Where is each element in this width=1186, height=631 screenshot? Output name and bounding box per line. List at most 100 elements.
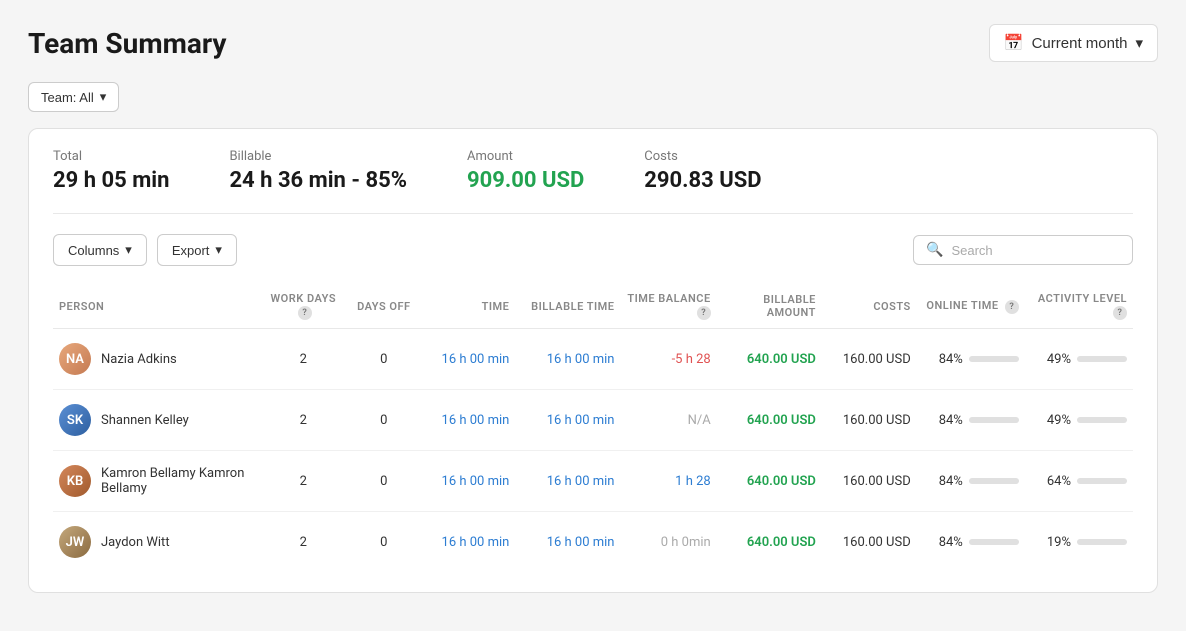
table-row: JW Jaydon Witt 2 0 16 h 00 min 16 h 00 m…	[53, 512, 1133, 573]
team-filter-label: Team: All	[41, 90, 94, 105]
current-month-button[interactable]: 📅 Current month ▾	[989, 24, 1158, 62]
person-name-1: Shannen Kelley	[101, 413, 189, 428]
billable-time-0: 16 h 00 min	[515, 329, 620, 390]
time-balance-2: 1 h 28	[621, 451, 717, 512]
total-label: Total	[53, 149, 169, 164]
avatar-1: SK	[59, 404, 91, 436]
online-bar-bg-1	[969, 417, 1019, 423]
current-month-label: Current month	[1032, 35, 1128, 52]
costs-3: 160.00 USD	[822, 512, 917, 573]
search-input[interactable]	[951, 243, 1120, 258]
team-filter: Team: All ▾	[28, 82, 1158, 112]
costs-1: 160.00 USD	[822, 390, 917, 451]
workdays-3: 2	[261, 512, 346, 573]
export-label: Export	[172, 243, 210, 258]
online-time-3: 84%	[917, 512, 1025, 573]
page-header: Team Summary 📅 Current month ▾	[28, 24, 1158, 62]
activitylevel-help-icon[interactable]: ?	[1113, 306, 1127, 320]
time-1: 16 h 00 min	[422, 390, 516, 451]
onlinetime-help-icon[interactable]: ?	[1005, 300, 1019, 314]
daysoff-3: 0	[346, 512, 422, 573]
search-icon: 🔍	[926, 242, 943, 258]
online-bar-bg-2	[969, 478, 1019, 484]
activity-level-1: 49%	[1025, 390, 1133, 451]
workdays-1: 2	[261, 390, 346, 451]
billable-label: Billable	[229, 149, 407, 164]
person-cell-2: KB Kamron Bellamy Kamron Bellamy	[53, 451, 261, 512]
summary-total: Total 29 h 05 min	[53, 149, 169, 193]
person-cell-3: JW Jaydon Witt	[53, 512, 261, 573]
search-wrap[interactable]: 🔍	[913, 235, 1133, 265]
table-row: SK Shannen Kelley 2 0 16 h 00 min 16 h 0…	[53, 390, 1133, 451]
chevron-down-icon: ▾	[1135, 34, 1143, 52]
person-name-2: Kamron Bellamy Kamron Bellamy	[101, 466, 255, 496]
workdays-2: 2	[261, 451, 346, 512]
billable-amount-1: 640.00 USD	[717, 390, 822, 451]
export-button[interactable]: Export ▾	[157, 234, 237, 266]
costs-value: 290.83 USD	[644, 168, 761, 193]
main-card: Total 29 h 05 min Billable 24 h 36 min -…	[28, 128, 1158, 593]
activity-pct-0: 49%	[1047, 352, 1071, 367]
data-table: PERSON WORK DAYS ? DAYS OFF TIME BILLABL…	[53, 284, 1133, 572]
billable-amount-3: 640.00 USD	[717, 512, 822, 573]
online-pct-1: 84%	[939, 413, 963, 428]
billable-time-1: 16 h 00 min	[515, 390, 620, 451]
online-time-2: 84%	[917, 451, 1025, 512]
col-header-time-balance: TIME BALANCE ?	[621, 284, 717, 329]
activity-bar-bg-1	[1077, 417, 1127, 423]
costs-label: Costs	[644, 149, 761, 164]
calendar-icon: 📅	[1004, 33, 1024, 53]
col-header-activity-level: ACTIVITY LEVEL ?	[1025, 284, 1133, 329]
workdays-0: 2	[261, 329, 346, 390]
daysoff-1: 0	[346, 390, 422, 451]
col-header-costs: COSTS	[822, 284, 917, 329]
activity-level-2: 64%	[1025, 451, 1133, 512]
timebalance-help-icon[interactable]: ?	[697, 306, 711, 320]
activity-bar-bg-2	[1077, 478, 1127, 484]
daysoff-2: 0	[346, 451, 422, 512]
billable-value: 24 h 36 min - 85%	[229, 168, 407, 193]
columns-button[interactable]: Columns ▾	[53, 234, 147, 266]
time-balance-3: 0 h 0min	[621, 512, 717, 573]
amount-label: Amount	[467, 149, 584, 164]
col-header-time: TIME	[422, 284, 516, 329]
time-0: 16 h 00 min	[422, 329, 516, 390]
activity-bar-bg-0	[1077, 356, 1127, 362]
time-balance-1: N/A	[621, 390, 717, 451]
activity-bar-bg-3	[1077, 539, 1127, 545]
col-header-billable-time: BILLABLE TIME	[515, 284, 620, 329]
activity-pct-2: 64%	[1047, 474, 1071, 489]
billable-amount-2: 640.00 USD	[717, 451, 822, 512]
chevron-down-icon: ▾	[125, 242, 132, 258]
table-row: NA Nazia Adkins 2 0 16 h 00 min 16 h 00 …	[53, 329, 1133, 390]
col-header-daysoff: DAYS OFF	[346, 284, 422, 329]
col-header-person: PERSON	[53, 284, 261, 329]
online-bar-bg-0	[969, 356, 1019, 362]
summary-row: Total 29 h 05 min Billable 24 h 36 min -…	[53, 149, 1133, 214]
time-2: 16 h 00 min	[422, 451, 516, 512]
workdays-help-icon[interactable]: ?	[298, 306, 312, 320]
online-time-0: 84%	[917, 329, 1025, 390]
summary-billable: Billable 24 h 36 min - 85%	[229, 149, 407, 193]
activity-level-0: 49%	[1025, 329, 1133, 390]
costs-0: 160.00 USD	[822, 329, 917, 390]
person-cell-1: SK Shannen Kelley	[53, 390, 261, 451]
online-pct-0: 84%	[939, 352, 963, 367]
team-filter-button[interactable]: Team: All ▾	[28, 82, 119, 112]
avatar-3: JW	[59, 526, 91, 558]
page-title: Team Summary	[28, 27, 226, 60]
person-name-3: Jaydon Witt	[101, 535, 170, 550]
col-header-online-time: ONLINE TIME ?	[917, 284, 1025, 329]
person-name-0: Nazia Adkins	[101, 352, 177, 367]
col-header-workdays: WORK DAYS ?	[261, 284, 346, 329]
chevron-down-icon: ▾	[100, 89, 107, 105]
total-value: 29 h 05 min	[53, 168, 169, 193]
daysoff-0: 0	[346, 329, 422, 390]
table-row: KB Kamron Bellamy Kamron Bellamy 2 0 16 …	[53, 451, 1133, 512]
billable-time-3: 16 h 00 min	[515, 512, 620, 573]
time-3: 16 h 00 min	[422, 512, 516, 573]
avatar-2: KB	[59, 465, 91, 497]
online-bar-bg-3	[969, 539, 1019, 545]
activity-pct-1: 49%	[1047, 413, 1071, 428]
activity-level-3: 19%	[1025, 512, 1133, 573]
